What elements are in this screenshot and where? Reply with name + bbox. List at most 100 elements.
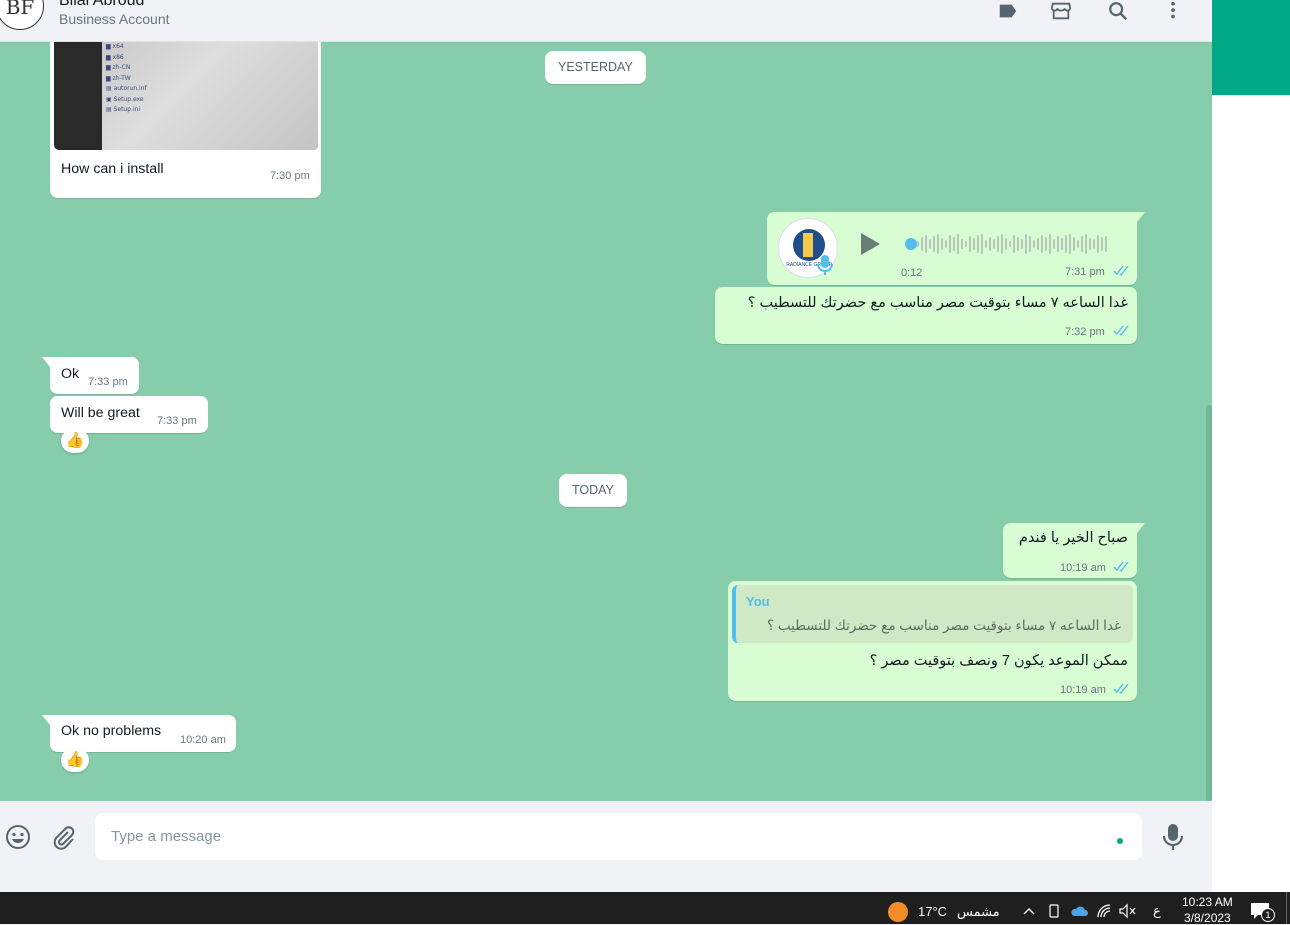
reaction-thumbs-up[interactable]: 👍 bbox=[61, 748, 89, 772]
app-background-green bbox=[1212, 0, 1290, 95]
voice-duration: 0:12 bbox=[901, 267, 923, 279]
message-time: 7:30 pm bbox=[270, 170, 310, 182]
mic-icon bbox=[817, 255, 833, 275]
incoming-message[interactable]: Ok 7:33 pm bbox=[42, 357, 139, 394]
chevron-up-icon[interactable] bbox=[1023, 906, 1035, 916]
microphone-icon[interactable] bbox=[1162, 823, 1184, 851]
waveform-bar bbox=[989, 237, 991, 251]
attach-icon[interactable] bbox=[51, 824, 75, 850]
waveform-bar bbox=[941, 238, 943, 250]
waveform-bar bbox=[1105, 236, 1107, 252]
waveform-bar bbox=[981, 234, 983, 254]
waveform-bar bbox=[965, 241, 967, 247]
message-input[interactable] bbox=[111, 813, 1101, 860]
waveform-bar bbox=[1069, 234, 1071, 254]
waveform-bar bbox=[1045, 237, 1047, 251]
waveform-bar bbox=[973, 238, 975, 250]
waveform-bar bbox=[1037, 238, 1039, 250]
message-text: غدا الساعه ٧ مساء بتوقيت مصر مناسب مع حض… bbox=[747, 295, 1128, 311]
voice-waveform[interactable] bbox=[917, 232, 1113, 256]
clock-date[interactable]: 3/8/2023 bbox=[1184, 911, 1231, 925]
emoji-icon[interactable] bbox=[5, 824, 31, 850]
waveform-bar bbox=[1061, 238, 1063, 250]
waveform-bar bbox=[925, 235, 927, 253]
waveform-bar bbox=[949, 235, 951, 253]
reaction-thumbs-up[interactable]: 👍 bbox=[61, 429, 89, 453]
weather-temperature[interactable]: 17°C bbox=[918, 904, 947, 919]
waveform-bar bbox=[961, 239, 963, 249]
incoming-message[interactable]: Will be great 7:33 pm bbox=[50, 396, 208, 433]
chat-header: BF Bilal Abroud Business Account bbox=[0, 0, 1212, 42]
waveform-bar bbox=[1085, 234, 1087, 254]
voice-message[interactable]: RADIANCE GROUP 0:12 7:31 pm bbox=[767, 212, 1145, 285]
meet-now-icon[interactable] bbox=[1048, 903, 1060, 919]
store-icon[interactable] bbox=[1049, 0, 1073, 22]
waveform-bar bbox=[1001, 234, 1003, 254]
onedrive-icon[interactable] bbox=[1070, 904, 1088, 918]
weather-sun-icon[interactable] bbox=[888, 902, 908, 922]
double-check-icon bbox=[1113, 265, 1129, 276]
waveform-bar bbox=[957, 234, 959, 254]
message-time: 10:19 am bbox=[1060, 684, 1106, 696]
message-composer bbox=[0, 801, 1212, 871]
double-check-icon bbox=[1113, 325, 1129, 336]
input-language[interactable]: ع bbox=[1153, 903, 1161, 919]
waveform-bar bbox=[1033, 240, 1035, 248]
image-caption: How can i install bbox=[61, 161, 164, 177]
contact-name[interactable]: Bilal Abroud bbox=[59, 0, 144, 10]
message-text: صباح الخير يا فندم bbox=[1018, 530, 1128, 546]
grammar-indicator-dot bbox=[1117, 838, 1123, 844]
waveform-bar bbox=[1049, 234, 1051, 254]
message-image[interactable]: ▆ x64 ▆ x86 ▆ zh-CN ▆ zh-TW ▤ autorun.in… bbox=[54, 42, 318, 150]
wifi-icon[interactable] bbox=[1096, 903, 1112, 919]
contact-avatar[interactable]: BF bbox=[0, 0, 44, 30]
message-list[interactable]: ▆ x64 ▆ x86 ▆ zh-CN ▆ zh-TW ▤ autorun.in… bbox=[0, 42, 1212, 801]
message-time: 7:33 pm bbox=[88, 376, 128, 388]
whatsapp-app: BF Bilal Abroud Business Account ▆ x64 ▆… bbox=[0, 0, 1212, 892]
window-bottom bbox=[0, 871, 1212, 892]
menu-icon[interactable] bbox=[1161, 0, 1185, 22]
message-text: ممكن الموعد يكون 7 ونصف بتوقيت مصر ؟ bbox=[869, 653, 1128, 669]
notification-count-badge: 1 bbox=[1261, 908, 1275, 922]
volume-muted-icon[interactable] bbox=[1118, 903, 1136, 919]
quoted-message[interactable]: You غدا الساعه ٧ مساء بتوقيت مصر مناسب م… bbox=[732, 585, 1133, 643]
message-time: 10:20 am bbox=[180, 734, 226, 746]
message-time: 7:31 pm bbox=[1065, 266, 1105, 278]
outgoing-message[interactable]: صباح الخير يا فندم 10:19 am bbox=[1003, 523, 1145, 578]
waveform-bar bbox=[977, 235, 979, 253]
message-input-box[interactable] bbox=[95, 813, 1142, 860]
message-text: Ok no problems bbox=[61, 723, 162, 739]
app-background bbox=[1212, 95, 1290, 892]
image-message[interactable]: ▆ x64 ▆ x86 ▆ zh-CN ▆ zh-TW ▤ autorun.in… bbox=[50, 42, 321, 198]
weather-condition[interactable]: مشمس bbox=[957, 904, 1000, 920]
waveform-bar bbox=[1017, 237, 1019, 251]
play-icon[interactable] bbox=[859, 232, 881, 256]
waveform-bar bbox=[985, 240, 987, 248]
waveform-bar bbox=[1053, 239, 1055, 249]
waveform-bar bbox=[1021, 239, 1023, 249]
waveform-bar bbox=[929, 239, 931, 249]
waveform-bar bbox=[921, 237, 923, 251]
waveform-bar bbox=[1077, 240, 1079, 248]
incoming-message[interactable]: Ok no problems 10:20 am bbox=[42, 715, 236, 752]
waveform-bar bbox=[1025, 234, 1027, 254]
show-desktop-button[interactable] bbox=[1286, 892, 1290, 924]
message-time: 10:19 am bbox=[1060, 562, 1106, 574]
waveform-bar bbox=[1029, 236, 1031, 252]
waveform-bar bbox=[953, 237, 955, 251]
outgoing-message[interactable]: غدا الساعه ٧ مساء بتوقيت مصر مناسب مع حض… bbox=[715, 287, 1137, 344]
quote-text: غدا الساعه ٧ مساء بتوقيت مصر مناسب مع حض… bbox=[766, 618, 1121, 633]
outgoing-reply-message[interactable]: You غدا الساعه ٧ مساء بتوقيت مصر مناسب م… bbox=[728, 581, 1137, 701]
message-text: Will be great bbox=[61, 405, 140, 421]
waveform-bar bbox=[997, 236, 999, 252]
waveform-bar bbox=[1081, 236, 1083, 252]
search-icon[interactable] bbox=[1106, 0, 1130, 22]
clock-time[interactable]: 10:23 AM bbox=[1182, 895, 1233, 909]
waveform-bar bbox=[1013, 235, 1015, 253]
waveform-bar bbox=[1005, 238, 1007, 250]
label-icon[interactable] bbox=[996, 0, 1020, 22]
voice-progress-dot[interactable] bbox=[905, 238, 917, 250]
quote-author: You bbox=[746, 594, 770, 609]
waveform-bar bbox=[937, 234, 939, 254]
message-text: Ok bbox=[61, 366, 80, 382]
